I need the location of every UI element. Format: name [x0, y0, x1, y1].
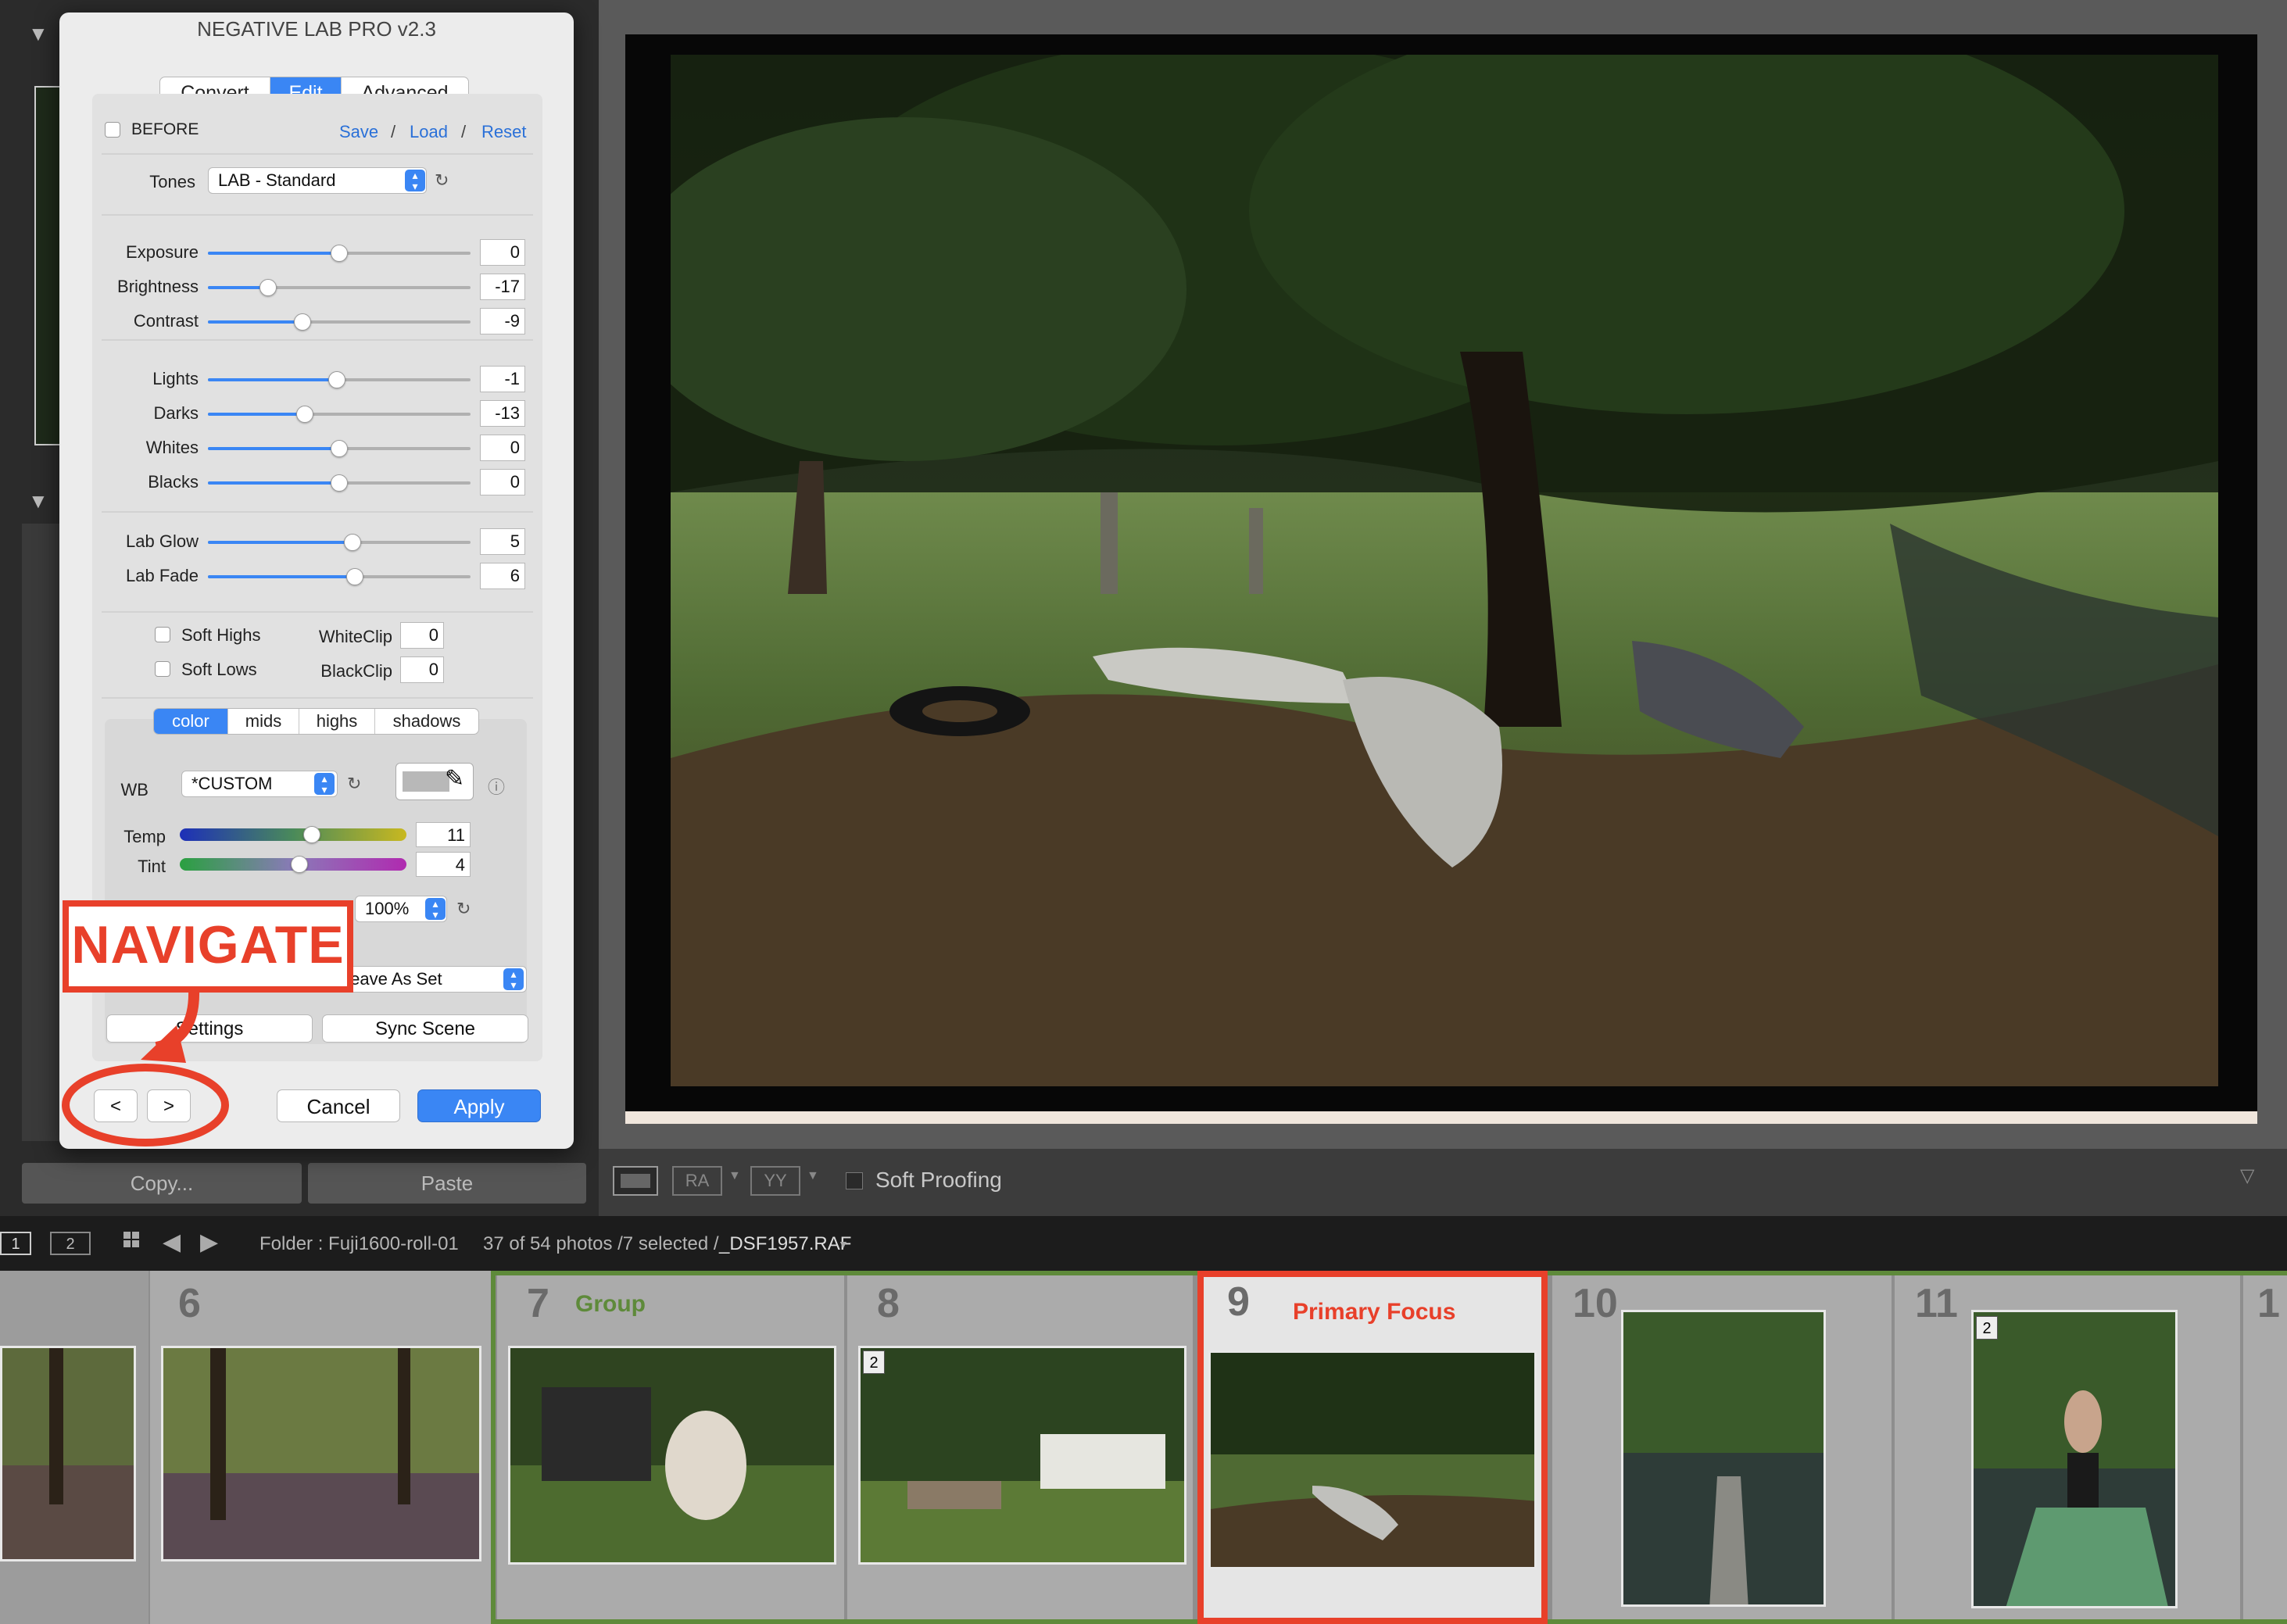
photo-count: 37 of 54 photos /7 selected / [483, 1233, 719, 1254]
filmstrip-cell[interactable]: 6 [150, 1271, 491, 1624]
view-2-button[interactable]: 2 [50, 1232, 91, 1255]
filmstrip-cell[interactable]: 10 [1552, 1275, 1892, 1619]
callout-circle [62, 1064, 229, 1146]
filmstrip: 6 7 Group 8 2 9 Primary Focus 10 11 2 1 [0, 1271, 2287, 1624]
back-arrow-icon[interactable]: ◀ [163, 1229, 181, 1256]
loupe-view-icon [621, 1174, 650, 1188]
filmstrip-cell[interactable]: 8 2 [847, 1275, 1193, 1619]
cell-number: 6 [178, 1281, 201, 1326]
filmstrip-cell[interactable]: 7 Group [497, 1275, 844, 1619]
primary-focus-label: Primary Focus [1293, 1299, 1456, 1325]
cell-number: 8 [877, 1281, 900, 1326]
group-label: Group [575, 1291, 646, 1317]
thumbnail[interactable] [1621, 1310, 1826, 1607]
forward-arrow-icon[interactable]: ▶ [200, 1229, 218, 1256]
soft-proofing-checkbox[interactable] [846, 1172, 863, 1189]
thumbnail[interactable] [161, 1346, 481, 1561]
view-1-button[interactable]: 1 [0, 1232, 31, 1255]
filmstrip-cell-primary[interactable]: 9 Primary Focus [1197, 1271, 1548, 1624]
cell-number: 1 [2257, 1281, 2280, 1326]
survey-view-icon[interactable]: YY [750, 1166, 800, 1196]
toolbar-menu-chevron-icon[interactable]: ▽ [2240, 1164, 2254, 1187]
thumbnail[interactable] [858, 1346, 1186, 1565]
chevron-down-icon[interactable]: ▼ [728, 1169, 741, 1183]
thumbnail[interactable] [0, 1346, 136, 1561]
filmstrip-cell[interactable]: 11 2 [1895, 1275, 2240, 1619]
navigate-arrow-overlay [62, 989, 229, 1146]
cell-number: 9 [1227, 1279, 1250, 1325]
grid-view-icon[interactable] [123, 1232, 149, 1257]
thumbnail[interactable] [1208, 1350, 1537, 1569]
filmstrip-cell[interactable]: 1 [2243, 1275, 2287, 1619]
thumbnail[interactable] [508, 1346, 836, 1565]
chevron-down-icon[interactable]: ▼ [807, 1169, 819, 1183]
toolbar: RA ▼ YY ▼ Soft Proofing ▽ [599, 1149, 2287, 1216]
filmstrip-header: 1 2 ◀ ▶ Folder : Fuji1600-roll-01 37 of … [0, 1216, 2287, 1271]
thumbnail[interactable] [1971, 1310, 2178, 1608]
loupe-view-icon[interactable] [613, 1166, 658, 1196]
chevron-down-icon[interactable]: ▼ [838, 1238, 849, 1250]
stack-badge[interactable]: 2 [1976, 1316, 1998, 1340]
filmstrip-cell[interactable] [0, 1271, 149, 1624]
stack-badge[interactable]: 2 [863, 1350, 885, 1374]
cell-number: 11 [1915, 1281, 1958, 1326]
main-photo[interactable] [671, 55, 2218, 1086]
cell-number: 10 [1573, 1281, 1618, 1326]
folder-path[interactable]: Folder : Fuji1600-roll-01 [259, 1233, 459, 1255]
current-filename[interactable]: _DSF1957.RAF [719, 1233, 851, 1255]
cell-number: 7 [527, 1281, 549, 1326]
film-edge [625, 1111, 2257, 1124]
compare-view-icon[interactable]: RA [672, 1166, 722, 1196]
soft-proofing-label: Soft Proofing [875, 1168, 1002, 1192]
